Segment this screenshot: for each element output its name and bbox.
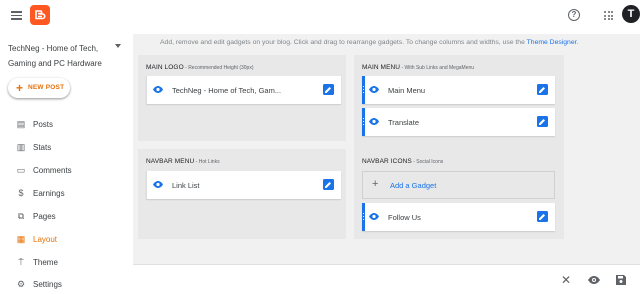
pencil-icon — [539, 119, 545, 125]
drag-handle[interactable] — [362, 76, 365, 104]
comments-icon: ▭ — [16, 165, 26, 175]
layout-icon: ▦ — [16, 234, 26, 244]
blog-title-selector[interactable]: TechNeg - Home of Tech, Gaming and PC Ha… — [8, 41, 113, 71]
sidebar-item-label: Layout — [33, 235, 58, 244]
add-gadget-label: Add a Gadget — [390, 181, 437, 190]
visibility-eye-icon[interactable] — [369, 213, 379, 220]
section-title: MAIN MENU — [362, 64, 401, 71]
add-gadget-button[interactable]: + Add a Gadget — [362, 171, 555, 199]
sidebar-item-posts[interactable]: ▤ Posts — [0, 114, 133, 134]
new-post-label: NEW POST — [28, 84, 65, 91]
section-subtitle: - Recommended Height (30px) — [183, 65, 254, 71]
visibility-eye-icon[interactable] — [369, 118, 379, 125]
gadget-main-menu[interactable]: Main Menu — [362, 76, 555, 104]
close-icon[interactable]: ✕ — [561, 273, 571, 287]
pages-icon: ⧉ — [17, 211, 25, 221]
edit-gadget-button[interactable] — [323, 179, 334, 190]
edit-gadget-button[interactable] — [537, 116, 548, 127]
earnings-icon: $ — [18, 188, 24, 198]
sidebar-item-label: Settings — [33, 280, 62, 289]
hamburger-menu-icon[interactable] — [11, 11, 22, 20]
sidebar-item-label: Earnings — [33, 189, 65, 198]
section-navbar-menu: NAVBAR MENU - Hot Links Link List — [138, 149, 346, 239]
section-title: NAVBAR MENU — [146, 158, 195, 165]
gadget-follow-us[interactable]: Follow Us — [362, 203, 555, 231]
pencil-icon — [325, 182, 331, 188]
new-post-button[interactable]: + NEW POST — [8, 78, 70, 98]
plus-icon: + — [16, 81, 24, 95]
section-navbar-icons: NAVBAR ICONS - Social Icons + Add a Gadg… — [354, 149, 564, 239]
gadget-name: Follow Us — [388, 213, 421, 222]
apps-grid-icon[interactable] — [604, 11, 613, 20]
edit-gadget-button[interactable] — [537, 211, 548, 222]
gadget-translate[interactable]: Translate — [362, 108, 555, 136]
section-title: NAVBAR ICONS — [362, 158, 412, 165]
sidebar-item-label: Stats — [33, 143, 52, 152]
drag-handle[interactable] — [362, 108, 365, 136]
save-icon[interactable] — [616, 275, 626, 285]
sidebar-item-label: Posts — [33, 120, 54, 129]
sidebar-item-label: Pages — [33, 212, 56, 221]
bottom-action-bar: ✕ — [133, 264, 640, 294]
drag-handle[interactable] — [146, 76, 147, 104]
pencil-icon — [539, 214, 545, 220]
gadget-main-logo[interactable]: TechNeg - Home of Tech, Gam... — [146, 76, 341, 104]
drag-handle[interactable] — [146, 171, 147, 199]
top-bar: ? T — [0, 0, 640, 34]
sidebar-item-layout[interactable]: ▦ Layout — [0, 229, 133, 249]
settings-icon: ⚙ — [16, 279, 26, 289]
edit-gadget-button[interactable] — [323, 84, 334, 95]
sidebar-item-earnings[interactable]: $ Earnings — [0, 183, 133, 203]
help-circle-icon[interactable]: ? — [568, 9, 580, 21]
edit-gadget-button[interactable] — [537, 84, 548, 95]
section-title: MAIN LOGO — [146, 64, 184, 71]
gadget-name: Link List — [172, 181, 200, 190]
sidebar-item-settings[interactable]: ⚙ Settings — [0, 274, 133, 294]
layout-instructions: Add, remove and edit gadgets on your blo… — [160, 39, 579, 46]
sidebar-item-comments[interactable]: ▭ Comments — [0, 160, 133, 180]
preview-eye-icon[interactable] — [588, 276, 600, 284]
theme-designer-link[interactable]: Theme Designer — [527, 39, 577, 46]
pencil-icon — [539, 87, 545, 93]
gadget-name: TechNeg - Home of Tech, Gam... — [172, 86, 282, 95]
section-main-logo: MAIN LOGO - Recommended Height (30px) Te… — [138, 55, 346, 141]
sidebar-item-label: Theme — [33, 258, 58, 267]
sidebar: TechNeg - Home of Tech, Gaming and PC Ha… — [0, 34, 133, 294]
visibility-eye-icon[interactable] — [153, 181, 163, 188]
layout-editor: Add, remove and edit gadgets on your blo… — [133, 34, 640, 264]
gadget-name: Main Menu — [388, 86, 426, 95]
visibility-eye-icon[interactable] — [153, 86, 163, 93]
section-subtitle: - Hot Links — [194, 159, 220, 165]
posts-icon: ▤ — [16, 119, 26, 129]
sidebar-item-label: Comments — [33, 166, 72, 175]
gadget-name: Translate — [388, 118, 419, 127]
sidebar-item-pages[interactable]: ⧉ Pages — [0, 206, 133, 226]
section-subtitle: - Social Icons — [411, 159, 444, 165]
avatar[interactable]: T — [622, 5, 640, 23]
visibility-eye-icon[interactable] — [369, 86, 379, 93]
blogger-logo-icon[interactable] — [30, 5, 50, 25]
gadget-link-list[interactable]: Link List — [146, 171, 341, 199]
pencil-icon — [325, 87, 331, 93]
sidebar-item-theme[interactable]: ⍑ Theme — [0, 252, 133, 272]
caret-down-icon[interactable] — [115, 44, 121, 48]
drag-handle[interactable] — [362, 203, 365, 231]
theme-icon: ⍑ — [18, 257, 24, 267]
stats-icon: ▥ — [16, 142, 26, 152]
plus-icon: + — [372, 178, 379, 190]
sidebar-item-stats[interactable]: ▥ Stats — [0, 137, 133, 157]
section-subtitle: - With Sub Links and MegaMenu — [400, 65, 475, 71]
